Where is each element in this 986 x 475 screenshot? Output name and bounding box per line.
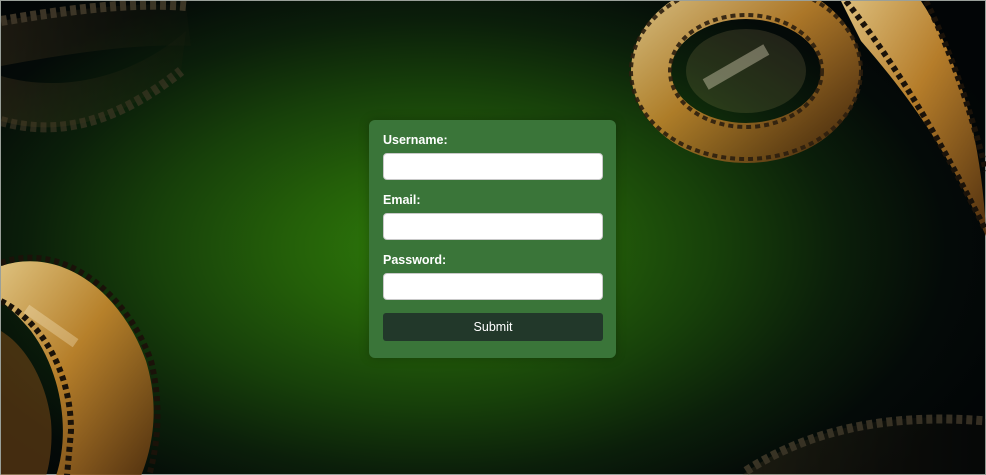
film-reel-bottom-left <box>1 254 161 475</box>
submit-button[interactable]: Submit <box>383 313 603 341</box>
film-strip-top-left <box>1 1 191 133</box>
film-strip-bottom-right <box>742 414 986 475</box>
password-input[interactable] <box>383 273 603 300</box>
login-form-card: Username: Email: Password: Submit <box>369 120 616 358</box>
email-label: Email: <box>383 193 421 207</box>
password-label: Password: <box>383 253 447 267</box>
email-input[interactable] <box>383 213 603 240</box>
film-reel-top-right <box>629 1 986 236</box>
username-label: Username: <box>383 133 448 147</box>
username-input[interactable] <box>383 153 603 180</box>
